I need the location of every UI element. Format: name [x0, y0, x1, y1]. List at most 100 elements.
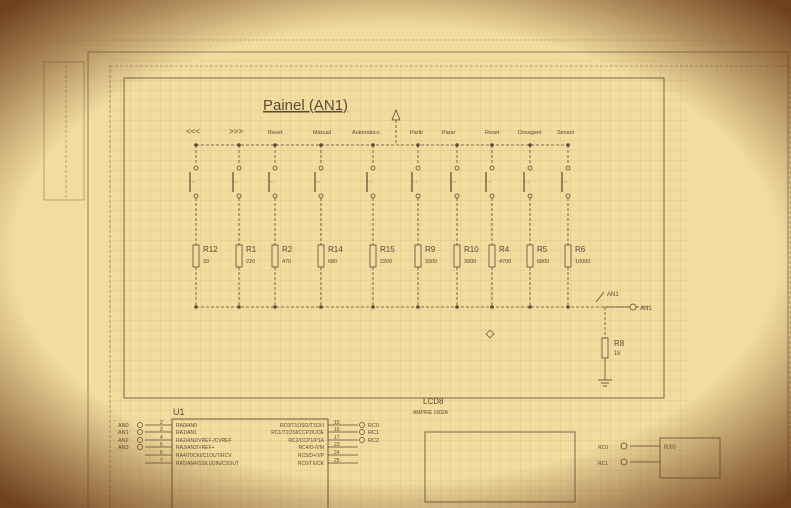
rail-node — [566, 305, 570, 309]
rc0-connector-label: RC0 — [598, 445, 608, 451]
resistor-ref: R5 — [537, 245, 548, 254]
resistor-value: 33 — [203, 259, 209, 265]
u1-right-pin-name: RC2/CCP1/P1A — [288, 438, 324, 444]
u1-right-pin-number: 15 — [334, 420, 340, 426]
u1-right-pin-name: RC1/T1OSI/CCP2/UOE — [271, 430, 324, 436]
rx-box-label: RX0 — [664, 445, 676, 451]
resistor-value: 4700 — [499, 259, 511, 265]
button-label: Dosagem — [518, 130, 542, 136]
button-label: Manual — [313, 130, 331, 136]
resistor-value: 220 — [246, 259, 255, 265]
u1-left-net-label: AN1 — [118, 430, 129, 436]
u1-right-net-label: RC1 — [368, 430, 379, 436]
resistor-ref: R6 — [575, 245, 586, 254]
u1-left-pin-name: RA4/T0CKI/C1OUT/RCV — [176, 453, 232, 459]
resistor-value: 3900 — [464, 259, 476, 265]
u1-right-pin-name: RC0/T1OSO/T1CKI — [280, 423, 324, 429]
output-terminal — [629, 303, 637, 311]
resistor-value: 6800 — [537, 259, 549, 265]
button-label: Parar — [442, 130, 456, 136]
resistor-body — [414, 244, 422, 268]
resistor-body — [453, 244, 461, 268]
resistor-body — [564, 244, 572, 268]
button-label: Reset — [485, 130, 500, 136]
u1-left-pin-number: 2 — [160, 420, 163, 426]
resistor-ref: R2 — [282, 245, 293, 254]
button-label: Automático — [352, 130, 380, 136]
pulldown-resistor — [601, 337, 609, 359]
u1-left-pin-name: RA5/AN4/SS/LVDIN/C2OUT — [176, 461, 239, 467]
u1-left-pin-name: RA3/AN3/VREF+ — [176, 445, 215, 451]
rail-node — [490, 305, 494, 309]
resistor-value: 470 — [282, 259, 291, 265]
resistor-ref: R4 — [499, 245, 510, 254]
button-label: <<< — [186, 127, 200, 136]
rail-node — [273, 305, 277, 309]
output-label: AN1 — [640, 306, 652, 312]
button-label: Sensor — [557, 130, 575, 136]
schematic-sheet: Painel (AN1) <<< >>> Reset Manual Automático… — [0, 0, 791, 508]
rail-node — [237, 305, 241, 309]
u1-left-net-label: AN2 — [118, 438, 129, 444]
resistor-body — [317, 244, 325, 268]
rail-node — [319, 305, 323, 309]
u1-ref: U1 — [173, 407, 185, 417]
u1-left-net-terminal — [137, 444, 143, 450]
resistor-ref: R9 — [425, 245, 436, 254]
u1-left-pin-number: 3 — [160, 427, 163, 433]
resistor-ref: R14 — [328, 245, 343, 254]
u1-left-pin-name: RA2/AN2/VREF-/CVREF — [176, 438, 232, 444]
u1-left-pin-name: RA1/AN1 — [176, 430, 197, 436]
u1-right-net-terminal — [359, 422, 365, 428]
resistor-body — [271, 244, 279, 268]
resistor-value: 2200 — [380, 259, 392, 265]
u1-left-net-terminal — [137, 437, 143, 443]
u1-right-pin-name: RC5/D+/VP — [298, 453, 325, 459]
u1-right-pin-number: 24 — [334, 450, 340, 456]
button-label: Partir — [410, 130, 423, 136]
u1-left-pin-number: 6 — [160, 450, 163, 456]
u1-right-net-terminal — [359, 429, 365, 435]
resistor-body — [526, 244, 534, 268]
rail-node — [455, 305, 459, 309]
resistor-value: 10000 — [575, 259, 590, 265]
resistor-ref: R12 — [203, 245, 218, 254]
resistor-body — [369, 244, 377, 268]
resistor-body — [488, 244, 496, 268]
u1-right-net-label: RC0 — [368, 423, 379, 429]
u1-left-net-label: AN0 — [118, 423, 129, 429]
u1-right-net-terminal — [359, 437, 365, 443]
u1-left-net-terminal — [137, 429, 143, 435]
u1-right-pin-name: RC6/TX/CK — [298, 461, 325, 467]
rc1-connector-terminal — [620, 458, 628, 466]
schematic-stage: Painel (AN1) <<< >>> Reset Manual Automático… — [0, 0, 791, 508]
rail-node — [528, 305, 532, 309]
u1-left-pin-number: 5 — [160, 442, 163, 448]
rc0-connector-terminal — [620, 442, 628, 450]
u1-left-pin-name: RA0/AN0 — [176, 423, 197, 429]
u1-left-net-terminal — [137, 422, 143, 428]
u1-right-pin-number: 17 — [334, 435, 340, 441]
resistor-ref: R15 — [380, 245, 395, 254]
rail-node — [416, 305, 420, 309]
u1-right-pin-name: RC4/D-/VM — [298, 445, 324, 451]
resistor-body — [235, 244, 243, 268]
pulldown-value: 1k — [614, 351, 621, 357]
u1-left-pin-number: 4 — [160, 435, 163, 441]
pulldown-ref: R8 — [614, 339, 625, 348]
resistor-ref: R1 — [246, 245, 257, 254]
resistor-value: 680 — [328, 259, 337, 265]
resistor-value: 3300 — [425, 259, 437, 265]
rc1-connector-label: RC1 — [598, 461, 608, 467]
u1-right-pin-number: 16 — [334, 427, 340, 433]
net-label: AN1 — [607, 292, 619, 298]
button-label: Reset — [268, 130, 283, 136]
u1-right-pin-number: 25 — [334, 458, 340, 464]
panel-title: Painel (AN1) — [263, 97, 348, 114]
box-sublabel: AMPIRE 1602A — [413, 410, 449, 416]
resistor-body — [192, 244, 200, 268]
u1-right-pin-number: 23 — [334, 442, 340, 448]
rail-node — [194, 305, 198, 309]
box-label: LCD8 — [423, 397, 444, 406]
resistor-ref: R10 — [464, 245, 479, 254]
